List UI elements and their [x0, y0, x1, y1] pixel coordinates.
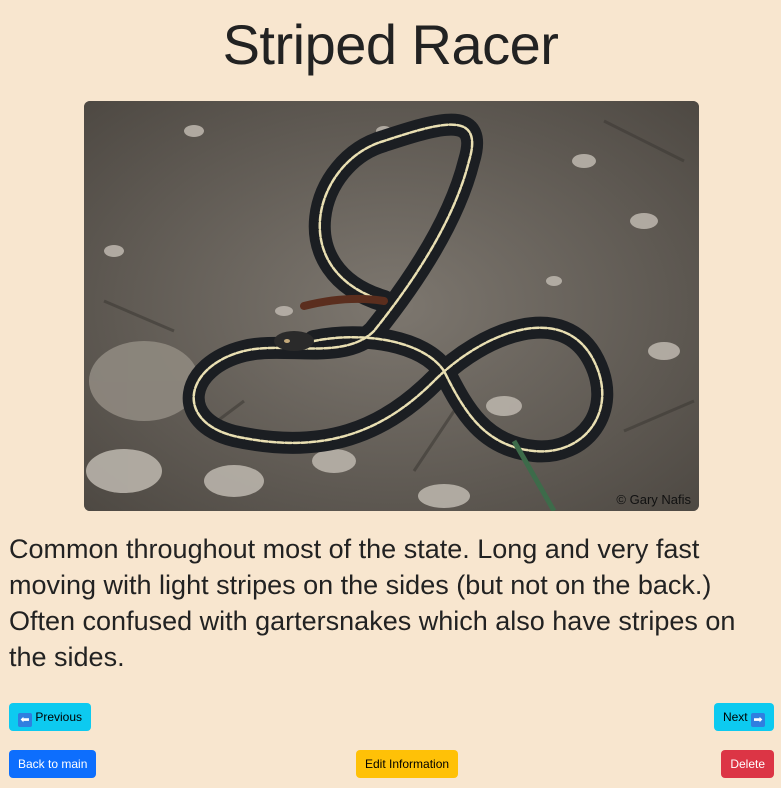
edit-information-button[interactable]: Edit Information [356, 750, 459, 778]
next-label: Next [722, 710, 748, 724]
photo-credit: © Gary Nafis [616, 492, 691, 507]
previous-label: Previous [35, 710, 83, 724]
species-description: Common throughout most of the state. Lon… [9, 534, 736, 672]
snake-photo: © Gary Nafis [84, 101, 699, 511]
back-to-main-button[interactable]: Back to main [9, 750, 97, 778]
next-button[interactable]: Next ➡ [713, 703, 774, 731]
page: Striped Racer © Gary Nafis Common throug… [0, 0, 781, 788]
page-title: Striped Racer [222, 13, 559, 76]
arrow-left-icon: ⬅ [18, 713, 32, 727]
delete-button[interactable]: Delete [721, 750, 774, 778]
previous-button[interactable]: ⬅ Previous [9, 703, 92, 731]
snake-photo-image [84, 101, 699, 511]
arrow-right-icon: ➡ [751, 713, 765, 727]
